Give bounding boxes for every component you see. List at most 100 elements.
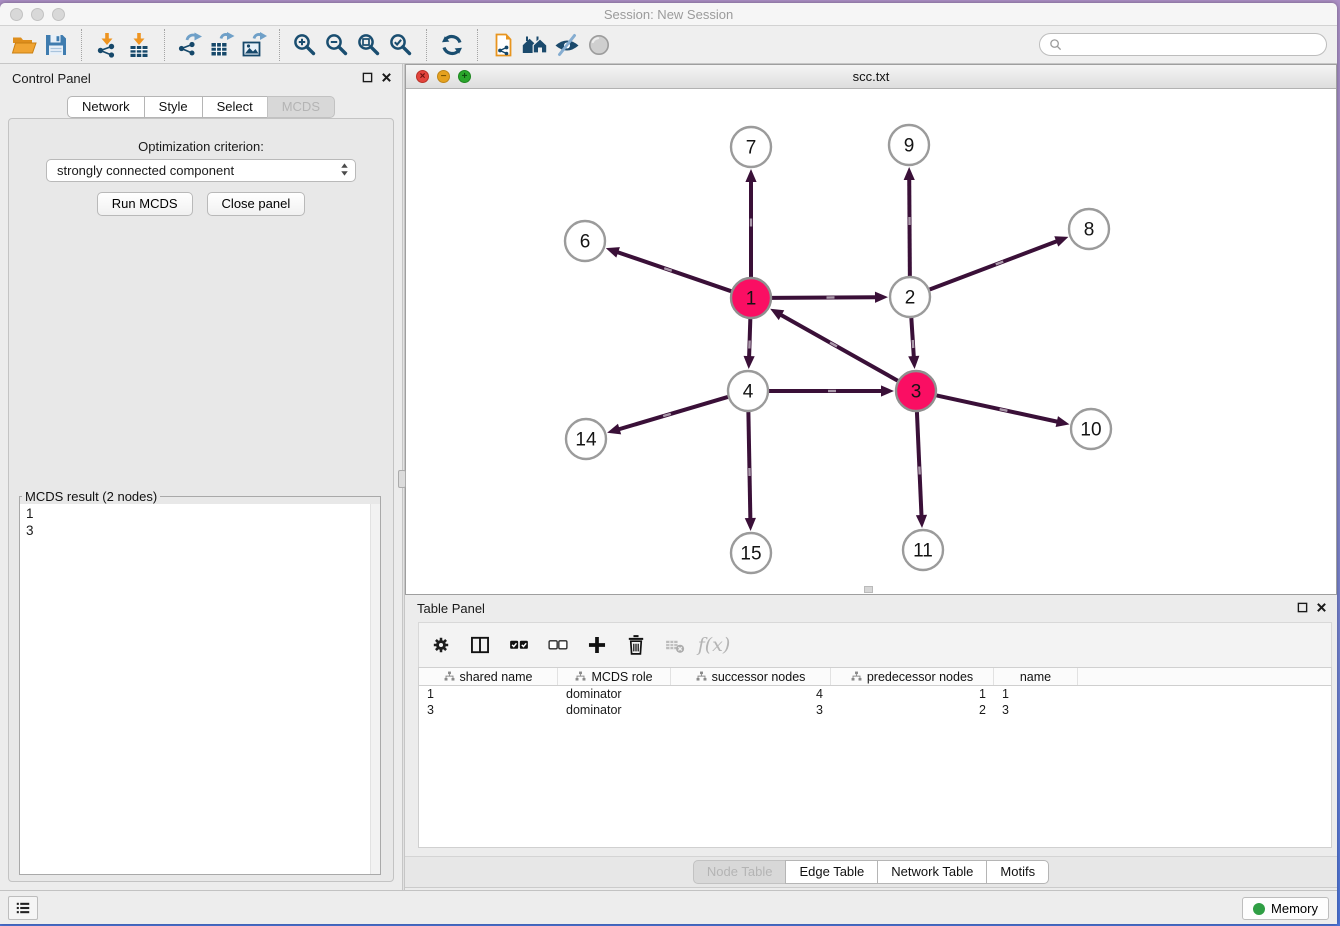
column-sort-icon[interactable] [851,671,862,682]
table-cell[interactable]: dominator [558,686,671,702]
export-network-button[interactable] [174,29,206,61]
zoom-fit-button[interactable] [353,29,385,61]
table-row[interactable]: 1dominator411 [419,686,1331,702]
table-cell[interactable]: dominator [558,702,671,718]
unselect-all-columns-button[interactable] [546,633,570,657]
column-header-predecessor-nodes[interactable]: predecessor nodes [831,668,994,685]
optimization-criterion-select[interactable]: strongly connected component [46,159,356,182]
graph-node-2[interactable]: 2 [890,277,930,317]
graph-edge-4-14[interactable] [618,397,728,430]
import-table-button[interactable] [123,29,155,61]
tab-network-table[interactable]: Network Table [877,860,987,884]
column-header-name[interactable]: name [994,668,1078,685]
control-panel-header: Control Panel [0,64,402,92]
select-all-columns-button[interactable] [507,633,531,657]
svg-text:10: 10 [1080,420,1101,441]
graph-edge-2-3[interactable] [911,318,914,358]
table-cell[interactable]: 3 [419,702,558,718]
tab-style[interactable]: Style [144,96,203,118]
close-panel-button[interactable]: Close panel [207,192,306,216]
new-network-from-selection-button[interactable] [487,29,519,61]
graph-node-8[interactable]: 8 [1069,209,1109,249]
table-cell[interactable]: 1 [994,686,1078,702]
show-hide-details-button[interactable] [551,29,583,61]
mcds-result-box[interactable]: 1 3 [20,504,380,874]
table-cell[interactable]: 3 [671,702,831,718]
memory-button[interactable]: Memory [1242,897,1329,920]
first-neighbors-button[interactable] [519,29,551,61]
float-panel-icon[interactable] [1297,602,1308,613]
graph-node-6[interactable]: 6 [565,221,605,261]
graph-edge-1-4[interactable] [749,319,750,358]
graph-edge-1-2[interactable] [772,297,877,298]
table-options-button[interactable] [429,633,453,657]
zoom-out-button[interactable] [321,29,353,61]
graph-node-14[interactable]: 14 [566,419,606,459]
export-image-button[interactable] [238,29,270,61]
apply-layout-button[interactable] [436,29,468,61]
graph-edge-3-11[interactable] [917,412,922,517]
import-network-icon [94,32,120,58]
table-cell[interactable]: 2 [831,702,994,718]
export-image-icon [241,32,267,58]
tab-network[interactable]: Network [67,96,145,118]
search-box[interactable] [1039,33,1327,56]
table-cell[interactable]: 1 [831,686,994,702]
column-header-shared-name[interactable]: shared name [419,668,558,685]
column-sort-icon[interactable] [444,671,455,682]
graph-edge-2-8[interactable] [930,241,1059,290]
graph-node-1[interactable]: 1 [731,278,771,318]
result-scrollbar[interactable] [370,504,380,874]
search-input[interactable] [1067,38,1317,52]
table-cell[interactable]: 3 [994,702,1078,718]
column-sort-icon[interactable] [696,671,707,682]
save-session-icon [43,32,69,58]
table-cell[interactable]: 4 [671,686,831,702]
tab-select[interactable]: Select [202,96,268,118]
graph-edge-2-9[interactable] [909,178,910,276]
task-history-button[interactable] [8,896,38,920]
show-columns-button[interactable] [468,633,492,657]
graph-node-9[interactable]: 9 [889,125,929,165]
graph-node-15[interactable]: 15 [731,533,771,573]
graph-edge-1-6[interactable] [616,252,731,291]
delete-button[interactable] [624,633,648,657]
graph-node-10[interactable]: 10 [1071,409,1111,449]
graph-node-7[interactable]: 7 [731,127,771,167]
graph-node-3[interactable]: 3 [896,371,936,411]
control-panel-title: Control Panel [12,71,91,86]
graph-node-4[interactable]: 4 [728,371,768,411]
close-panel-icon[interactable] [381,72,392,83]
canvas-scroll-handle[interactable] [864,586,873,593]
column-header-successor-nodes[interactable]: successor nodes [671,668,831,685]
panel-splitter-handle[interactable] [398,470,406,488]
save-session-button[interactable] [40,29,72,61]
zoom-selected-button[interactable] [385,29,417,61]
svg-text:3: 3 [911,382,922,403]
graph-node-11[interactable]: 11 [903,530,943,570]
column-sort-icon[interactable] [575,671,586,682]
zoom-in-button[interactable] [289,29,321,61]
tab-motifs[interactable]: Motifs [986,860,1049,884]
network-canvas[interactable]: 7 9 6 8 1 2 4 3 14 10 15 11 [406,89,1336,594]
edge-handle [828,390,836,392]
run-mcds-button[interactable]: Run MCDS [97,192,193,216]
export-table-button[interactable] [206,29,238,61]
graph-edge-4-15[interactable] [748,412,750,520]
network-window-title: scc.txt [406,69,1336,84]
graph-edge-3-10[interactable] [937,395,1059,422]
open-session-button[interactable] [8,29,40,61]
import-network-button[interactable] [91,29,123,61]
close-panel-icon[interactable] [1316,602,1327,613]
tab-node-table[interactable]: Node Table [693,860,787,884]
table-row[interactable]: 3dominator323 [419,702,1331,718]
tab-edge-table[interactable]: Edge Table [785,860,878,884]
add-button[interactable] [585,633,609,657]
toggle-bird-view-button[interactable] [583,29,615,61]
table-cell[interactable]: 1 [419,686,558,702]
tab-mcds[interactable]: MCDS [267,96,335,118]
float-panel-icon[interactable] [362,72,373,83]
graph-edge-3-1[interactable] [780,314,898,380]
column-header-MCDS-role[interactable]: MCDS role [558,668,671,685]
export-table-icon [209,32,235,58]
